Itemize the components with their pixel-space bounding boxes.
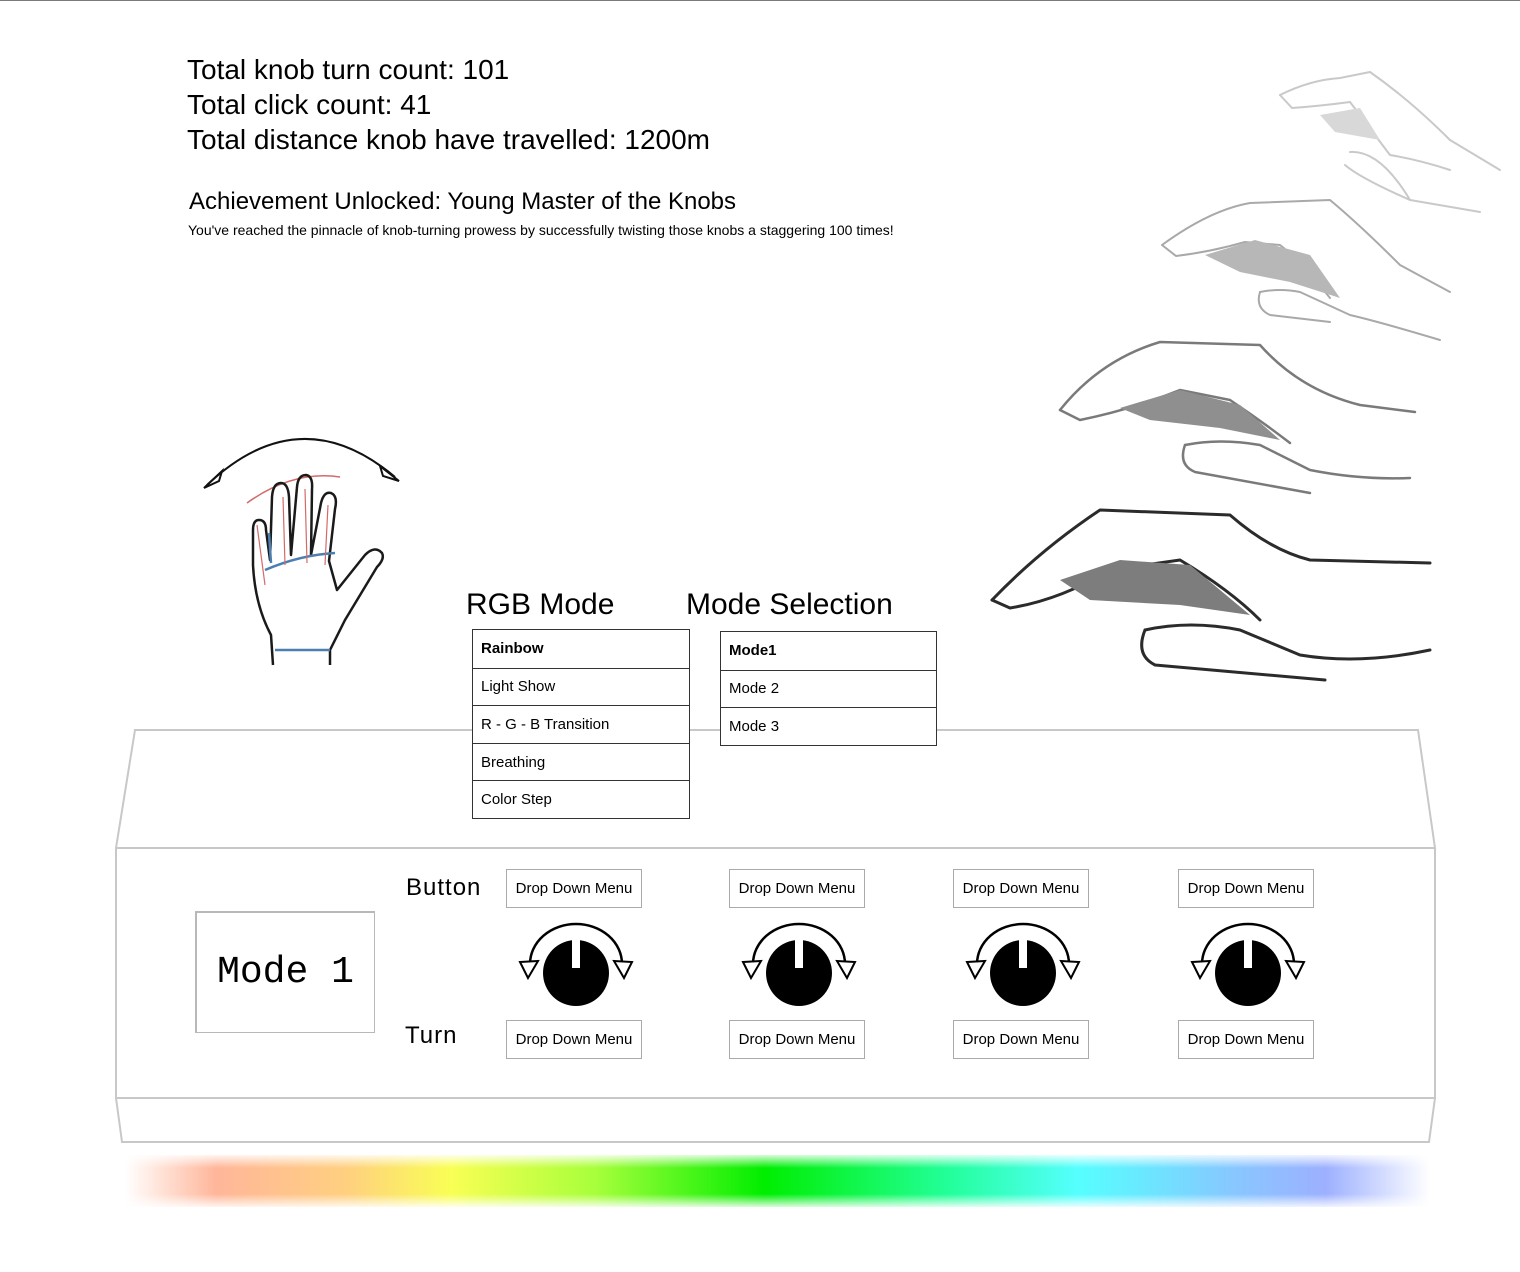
- knob-3-turn-dropdown[interactable]: Drop Down Menu: [953, 1020, 1089, 1059]
- knob-rotate-icon: [741, 922, 857, 1006]
- mode-display-text: Mode 1: [217, 951, 354, 994]
- button-row-label: Button: [406, 874, 482, 901]
- mode-option-2[interactable]: Mode 2: [721, 669, 936, 708]
- knob-2-turn-dropdown[interactable]: Drop Down Menu: [729, 1020, 865, 1059]
- rgb-light-bar: [125, 1155, 1430, 1207]
- rgb-option-breathing[interactable]: Breathing: [473, 742, 689, 781]
- rgb-option-rainbow[interactable]: Rainbow: [473, 630, 689, 668]
- rgb-option-light-show[interactable]: Light Show: [473, 667, 689, 706]
- knob-4-turn-dropdown[interactable]: Drop Down Menu: [1178, 1020, 1314, 1059]
- mode-selection-list: Mode1 Mode 2 Mode 3: [720, 631, 937, 746]
- knob-rotate-icon: [518, 922, 634, 1006]
- turn-row-label: Turn: [405, 1022, 458, 1049]
- knob-3-button-dropdown[interactable]: Drop Down Menu: [953, 869, 1089, 908]
- rgb-mode-list: Rainbow Light Show R - G - B Transition …: [472, 629, 690, 819]
- knob-1[interactable]: [516, 922, 636, 1006]
- knob-2-button-dropdown[interactable]: Drop Down Menu: [729, 869, 865, 908]
- mode-display-screen: Mode 1: [195, 911, 375, 1033]
- mode-selection-title: Mode Selection: [686, 588, 893, 621]
- knob-2[interactable]: [739, 922, 859, 1006]
- knob-4-button-dropdown[interactable]: Drop Down Menu: [1178, 869, 1314, 908]
- knob-1-turn-dropdown[interactable]: Drop Down Menu: [506, 1020, 642, 1059]
- knob-4[interactable]: [1188, 922, 1308, 1006]
- knob-1-button-dropdown[interactable]: Drop Down Menu: [506, 869, 642, 908]
- rgb-option-rgb-transition[interactable]: R - G - B Transition: [473, 705, 689, 743]
- mode-option-1[interactable]: Mode1: [721, 632, 936, 670]
- mode-option-3[interactable]: Mode 3: [721, 707, 936, 745]
- knob-rotate-icon: [965, 922, 1081, 1006]
- rgb-option-color-step[interactable]: Color Step: [473, 780, 689, 818]
- knob-3[interactable]: [963, 922, 1083, 1006]
- rgb-mode-title: RGB Mode: [466, 588, 615, 621]
- knob-rotate-icon: [1190, 922, 1306, 1006]
